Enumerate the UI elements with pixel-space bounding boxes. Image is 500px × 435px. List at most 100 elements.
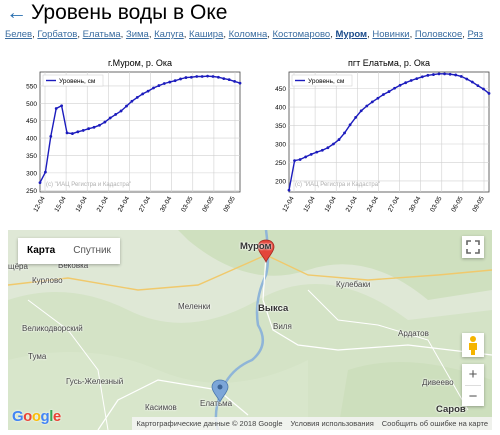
data-point xyxy=(304,155,308,159)
city-links: Белев, Горбатов, Елатьма, Зима, Калуга, … xyxy=(5,29,484,40)
city-link[interactable]: Коломна xyxy=(229,29,268,40)
map-type-map-button[interactable]: Карта xyxy=(18,238,64,264)
back-arrow-icon[interactable]: ← xyxy=(6,1,27,24)
data-point xyxy=(98,123,101,127)
data-point xyxy=(60,104,64,108)
city-link[interactable]: Калуга xyxy=(154,29,184,40)
data-point xyxy=(482,87,485,91)
data-point xyxy=(189,75,193,79)
data-point xyxy=(343,131,346,135)
map-label-kasimov: Касимов xyxy=(145,403,177,412)
city-link[interactable]: Белев xyxy=(5,29,32,40)
map-label-diveevo: Дивеево xyxy=(422,378,454,387)
y-tick-label: 500 xyxy=(26,101,37,108)
page-heading: Уровень воды в Оке xyxy=(31,1,228,24)
data-point xyxy=(54,107,58,110)
city-link[interactable]: Елатьма xyxy=(83,29,121,40)
x-tick-label: 24-04 xyxy=(366,195,381,213)
data-point xyxy=(454,73,458,77)
x-tick-label: 06-05 xyxy=(450,195,465,213)
map-label-murom: Муром xyxy=(240,241,272,252)
data-point xyxy=(404,81,408,85)
x-tick-label: 18-04 xyxy=(75,195,90,213)
map-type-satellite-button[interactable]: Спутник xyxy=(64,238,120,264)
data-point xyxy=(108,116,112,120)
city-link[interactable]: Кашира xyxy=(189,29,223,40)
city-link[interactable]: Муром xyxy=(336,29,368,40)
data-point xyxy=(332,142,335,146)
map-type-control: Карта Спутник xyxy=(18,238,120,264)
x-tick-label: 12-04 xyxy=(32,195,47,213)
data-point xyxy=(114,113,118,116)
x-tick-label: 03-05 xyxy=(180,195,195,213)
data-point xyxy=(359,109,363,113)
chart-title: г.Муром, р. Ока xyxy=(108,58,172,68)
data-point xyxy=(298,158,302,161)
data-point xyxy=(200,75,204,78)
data-point xyxy=(76,130,80,134)
street-view-button[interactable] xyxy=(462,333,484,357)
city-link[interactable]: Половское xyxy=(415,29,462,40)
x-tick-label: 09-05 xyxy=(222,195,237,213)
data-point xyxy=(448,72,452,76)
pegman-icon xyxy=(469,336,477,355)
x-tick-label: 30-04 xyxy=(408,195,423,213)
map[interactable]: Муром Выкса Елатьма Саров Гусь-Железный … xyxy=(8,230,492,430)
x-tick-label: 15-04 xyxy=(302,195,317,213)
map-label-melenki: Меленки xyxy=(178,302,211,311)
data-point xyxy=(49,134,53,138)
data-point xyxy=(119,109,123,113)
city-link[interactable]: Костомарово xyxy=(273,29,331,40)
y-tick-label: 200 xyxy=(275,178,286,185)
data-point xyxy=(216,75,220,79)
fullscreen-icon xyxy=(466,240,480,254)
data-point xyxy=(293,159,296,163)
city-link[interactable]: Горбатов xyxy=(37,29,77,40)
data-point xyxy=(65,131,69,135)
data-point xyxy=(487,92,491,95)
map-label-ardatov: Ардатов xyxy=(398,329,429,338)
data-point xyxy=(287,188,291,192)
y-tick-label: 250 xyxy=(275,160,286,167)
map-terms-link[interactable]: Условия использования xyxy=(287,417,378,430)
map-label-kurlovo: Курлово xyxy=(32,276,63,285)
data-point xyxy=(38,181,42,185)
page-title: ← Уровень воды в Оке xyxy=(6,1,227,25)
chart-murom: г.Муром, р. Ока 12-04 15-04 18-04 21-04 24-04… xyxy=(8,56,248,226)
y-tick-label: 450 xyxy=(26,118,37,125)
data-point xyxy=(409,79,413,82)
x-tick-label: 09-05 xyxy=(471,195,486,213)
x-tick-label: 24-04 xyxy=(117,195,132,213)
city-link[interactable]: Ряз xyxy=(468,29,484,40)
data-point xyxy=(184,76,188,79)
city-link[interactable]: Новинки xyxy=(372,29,409,40)
map-footer: Картографические данные © 2018 Google Ус… xyxy=(132,417,492,430)
data-point xyxy=(476,84,480,88)
data-point xyxy=(92,125,96,129)
data-point xyxy=(135,95,139,99)
data-point xyxy=(157,84,161,87)
map-label-tuma: Тума xyxy=(28,352,47,361)
data-point xyxy=(130,99,134,103)
data-point xyxy=(465,77,469,81)
chart-watermark: (с) "ИАЦ Регистра и Кадастра" xyxy=(295,182,380,188)
data-point xyxy=(103,120,107,124)
data-point xyxy=(206,74,209,78)
data-point xyxy=(459,75,463,78)
chart-watermark: (с) "ИАЦ Регистра и Кадастра" xyxy=(46,182,131,188)
data-point xyxy=(415,77,419,81)
data-point xyxy=(238,81,242,85)
data-point xyxy=(432,73,435,76)
x-tick-label: 27-04 xyxy=(138,195,153,213)
map-report-link[interactable]: Сообщить об ошибке на карте xyxy=(378,417,492,430)
google-logo[interactable]: Google xyxy=(12,408,61,425)
city-link[interactable]: Зима xyxy=(126,29,149,40)
zoom-out-button[interactable]: − xyxy=(462,386,484,407)
map-label-vyksa: Выкса xyxy=(258,303,289,314)
y-tick-label: 350 xyxy=(26,153,37,160)
fullscreen-button[interactable] xyxy=(462,236,484,258)
data-point xyxy=(152,86,155,90)
data-point xyxy=(44,170,47,174)
zoom-in-button[interactable]: + xyxy=(462,364,484,385)
data-point xyxy=(162,82,166,85)
